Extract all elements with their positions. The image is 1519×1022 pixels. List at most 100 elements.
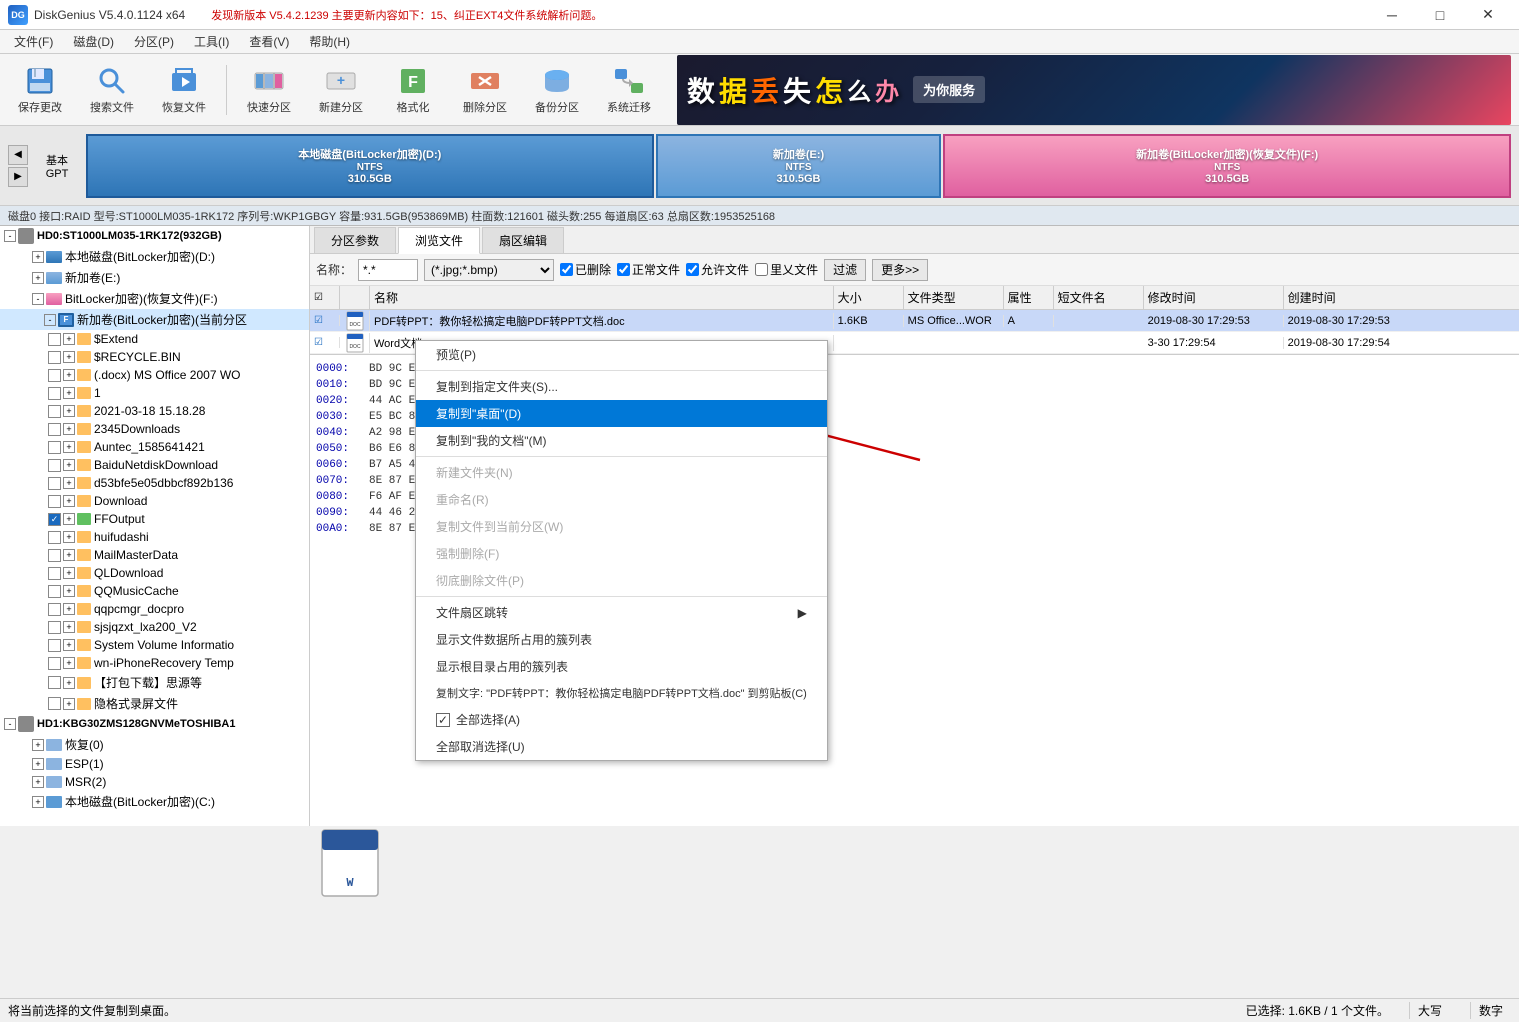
more-button[interactable]: 更多>> <box>872 259 928 281</box>
tree-folder-auntec[interactable]: + Auntec_1585641421 <box>0 438 309 456</box>
expand-recycle[interactable]: + <box>63 351 75 363</box>
checkbox-date[interactable] <box>48 405 61 418</box>
expand-date[interactable]: + <box>63 405 75 417</box>
expand-wn[interactable]: + <box>63 657 75 669</box>
allow-checkbox[interactable] <box>686 263 699 276</box>
tree-hd0[interactable]: - HD0:ST1000LM035-1RK172(932GB) <box>0 226 309 246</box>
tree-partition-f[interactable]: - BitLocker加密)(恢复文件)(F:) <box>0 288 309 309</box>
context-copy-to-desktop[interactable]: 复制到"桌面"(D) <box>416 400 827 427</box>
checkbox-wn[interactable] <box>48 657 61 670</box>
tree-folder-download[interactable]: + Download <box>0 492 309 510</box>
name-filter-input[interactable] <box>358 259 418 281</box>
checkbox-ffoutput[interactable]: ✓ <box>48 513 61 526</box>
migrate-system-button[interactable]: 系统迁移 <box>597 58 661 122</box>
tree-folder-wn[interactable]: + wn-iPhoneRecovery Temp <box>0 654 309 672</box>
tree-hd1[interactable]: - HD1:KBG30ZMS128GNVMeTOSHIBA1 <box>0 714 309 734</box>
checkbox-qqmusic[interactable] <box>48 585 61 598</box>
partition-d[interactable]: 本地磁盘(BitLocker加密)(D:) NTFS 310.5GB <box>86 134 654 198</box>
tree-folder-systemvol[interactable]: + System Volume Informatio <box>0 636 309 654</box>
tree-folder-2345[interactable]: + 2345Downloads <box>0 420 309 438</box>
tree-folder-date[interactable]: + 2021-03-18 15.18.28 <box>0 402 309 420</box>
checkbox-allow[interactable]: 允许文件 <box>686 261 749 278</box>
header-modified[interactable]: 修改时间 <box>1144 286 1284 309</box>
checkbox-pack[interactable] <box>48 676 61 689</box>
expand-hd0[interactable]: - <box>4 230 16 242</box>
checkbox-mailmaster[interactable] <box>48 549 61 562</box>
expand-auntec[interactable]: + <box>63 441 75 453</box>
tree-partition-c[interactable]: + 本地磁盘(BitLocker加密)(C:) <box>0 791 309 812</box>
checkbox-1[interactable] <box>48 387 61 400</box>
normal-checkbox[interactable] <box>617 263 630 276</box>
context-copy-filename[interactable]: 复制文字: "PDF转PPT：教你轻松搞定电脑PDF转PPT文档.doc" 到剪… <box>416 680 827 706</box>
tab-browse-files[interactable]: 浏览文件 <box>398 227 480 254</box>
checkbox-hash[interactable] <box>48 477 61 490</box>
checkbox-hidden-files[interactable]: 里乂文件 <box>755 261 818 278</box>
checkbox-deleted[interactable]: 已删除 <box>560 261 611 278</box>
menu-tools[interactable]: 工具(I) <box>184 31 239 52</box>
search-files-button[interactable]: 搜索文件 <box>80 58 144 122</box>
restore-files-button[interactable]: 恢复文件 <box>152 58 216 122</box>
tree-folder-hash[interactable]: + d53bfe5e05dbbcf892b136 <box>0 474 309 492</box>
expand-qqmusic[interactable]: + <box>63 585 75 597</box>
file-checkbox-pdf[interactable]: ☑ <box>310 315 340 326</box>
expand-huifudashi[interactable]: + <box>63 531 75 543</box>
context-preview[interactable]: 预览(P) <box>416 341 827 368</box>
checkbox-huifudashi[interactable] <box>48 531 61 544</box>
disk-prev-button[interactable]: ◀ <box>8 145 28 165</box>
expand-d[interactable]: + <box>32 251 44 263</box>
header-attr[interactable]: 属性 <box>1004 286 1054 309</box>
checkbox-systemvol[interactable] <box>48 639 61 652</box>
hidden-files-checkbox[interactable] <box>755 263 768 276</box>
expand-esp[interactable]: + <box>32 758 44 770</box>
context-deselect-all[interactable]: 全部取消选择(U) <box>416 733 827 760</box>
expand-extend[interactable]: + <box>63 333 75 345</box>
delete-partition-button[interactable]: 删除分区 <box>453 58 517 122</box>
expand-ffoutput[interactable]: + <box>63 513 75 525</box>
minimize-button[interactable]: ─ <box>1369 0 1415 30</box>
tree-folder-qldownload[interactable]: + QLDownload <box>0 564 309 582</box>
header-name[interactable]: 名称 <box>370 286 834 309</box>
ext-filter-select[interactable]: (*.jpg;*.bmp) <box>424 259 554 281</box>
expand-1[interactable]: + <box>63 387 75 399</box>
tree-folder-huifudashi[interactable]: + huifudashi <box>0 528 309 546</box>
expand-msr[interactable]: + <box>32 776 44 788</box>
tree-partition-e[interactable]: + 新加卷(E:) <box>0 267 309 288</box>
expand-sjsj[interactable]: + <box>63 621 75 633</box>
file-row-pdf[interactable]: ☑ DOC PDF转PPT：教你轻松搞定电脑PDF转PPT文档.doc 1.6K… <box>310 310 1519 332</box>
header-size[interactable]: 大小 <box>834 286 904 309</box>
tree-folder-1[interactable]: + 1 <box>0 384 309 402</box>
save-changes-button[interactable]: 保存更改 <box>8 58 72 122</box>
menu-view[interactable]: 查看(V) <box>239 31 299 52</box>
header-type[interactable]: 文件类型 <box>904 286 1004 309</box>
partition-f[interactable]: 新加卷(BitLocker加密)(恢复文件)(F:) NTFS 310.5GB <box>943 134 1511 198</box>
expand-current[interactable]: - <box>44 314 56 326</box>
checkbox-hidden[interactable] <box>48 697 61 710</box>
expand-qldownload[interactable]: + <box>63 567 75 579</box>
expand-hash[interactable]: + <box>63 477 75 489</box>
checkbox-normal[interactable]: 正常文件 <box>617 261 680 278</box>
partition-e[interactable]: 新加卷(E:) NTFS 310.5GB <box>656 134 942 198</box>
tree-folder-qqpcmgr[interactable]: + qqpcmgr_docpro <box>0 600 309 618</box>
expand-2345[interactable]: + <box>63 423 75 435</box>
expand-qqpcmgr[interactable]: + <box>63 603 75 615</box>
expand-recovery[interactable]: + <box>32 739 44 751</box>
expand-c[interactable]: + <box>32 796 44 808</box>
backup-partition-button[interactable]: 备份分区 <box>525 58 589 122</box>
quick-partition-button[interactable]: 快速分区 <box>237 58 301 122</box>
expand-pack[interactable]: + <box>63 677 75 689</box>
expand-systemvol[interactable]: + <box>63 639 75 651</box>
tab-partition-params[interactable]: 分区参数 <box>314 227 396 253</box>
checkbox-extend[interactable] <box>48 333 61 346</box>
expand-baidu[interactable]: + <box>63 459 75 471</box>
context-copy-to-folder[interactable]: 复制到指定文件夹(S)... <box>416 373 827 400</box>
expand-download[interactable]: + <box>63 495 75 507</box>
expand-e[interactable]: + <box>32 272 44 284</box>
tree-folder-extend[interactable]: + $Extend <box>0 330 309 348</box>
header-created[interactable]: 创建时间 <box>1284 286 1519 309</box>
expand-hidden[interactable]: + <box>63 698 75 710</box>
context-select-all[interactable]: ✓ 全部选择(A) <box>416 706 827 733</box>
deleted-checkbox[interactable] <box>560 263 573 276</box>
expand-hd1[interactable]: - <box>4 718 16 730</box>
tree-folder-baidu[interactable]: + BaiduNetdiskDownload <box>0 456 309 474</box>
tree-folder-hidden[interactable]: + 隐格式录屏文件 <box>0 693 309 714</box>
